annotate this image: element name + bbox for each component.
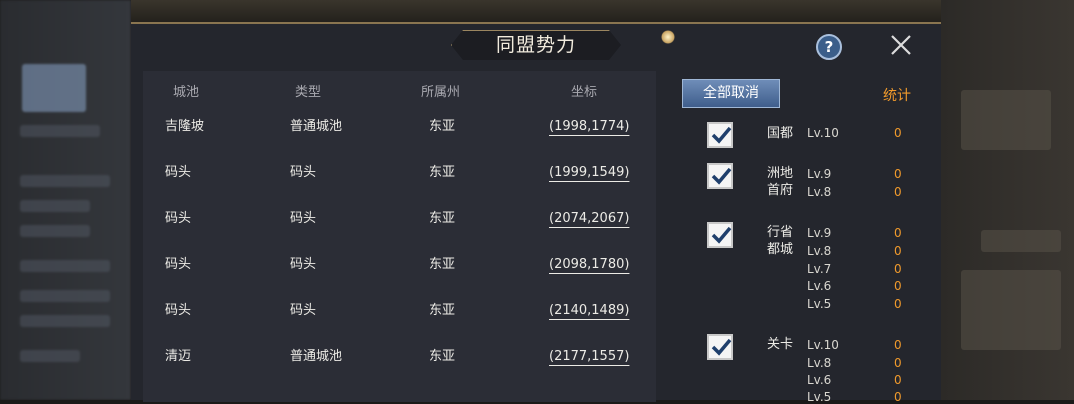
header-coord: 坐标	[571, 85, 598, 100]
header-city: 城池	[173, 85, 200, 100]
level-label: Lv.8	[807, 356, 832, 370]
level-label: Lv.6	[807, 373, 832, 387]
city-name: 码头	[165, 211, 192, 226]
city-name: 吉隆坡	[165, 119, 205, 134]
level-count: 0	[894, 390, 902, 404]
header-type: 类型	[295, 85, 322, 100]
city-type: 码头	[290, 257, 317, 272]
checkbox-capital[interactable]	[707, 122, 733, 148]
checkbox-pass[interactable]	[707, 334, 733, 360]
city-region: 东亚	[429, 257, 456, 272]
level-label: Lv.8	[807, 244, 832, 258]
group-label-province-capital: 行省都城	[767, 225, 794, 257]
level-count: 0	[894, 297, 902, 311]
level-count: 0	[894, 338, 902, 352]
city-region: 东亚	[429, 349, 456, 364]
level-count: 0	[894, 126, 902, 140]
help-button[interactable]: ?	[816, 34, 842, 60]
city-region: 东亚	[429, 303, 456, 318]
level-label: Lv.5	[807, 390, 832, 404]
city-coord-link[interactable]: (2177,1557)	[549, 345, 629, 369]
level-count: 0	[894, 244, 902, 258]
level-label: Lv.5	[807, 297, 832, 311]
level-label: Lv.8	[807, 185, 832, 199]
level-label: Lv.9	[807, 226, 832, 240]
level-label: Lv.10	[807, 126, 839, 140]
city-name: 码头	[165, 257, 192, 272]
city-coord-link[interactable]: (2140,1489)	[549, 299, 629, 323]
city-coord-link[interactable]: (1998,1774)	[549, 115, 629, 139]
background-right-blur	[941, 0, 1074, 400]
city-coord-link[interactable]: (1999,1549)	[549, 161, 629, 185]
level-count: 0	[894, 185, 902, 199]
level-count: 0	[894, 167, 902, 181]
level-count: 0	[894, 226, 902, 240]
table-row[interactable]: 吉隆坡 普通城池 东亚 (1998,1774)	[143, 115, 656, 161]
level-label: Lv.7	[807, 262, 832, 276]
background-top-strip	[131, 0, 941, 22]
level-count: 0	[894, 373, 902, 387]
city-type: 普通城池	[290, 349, 343, 364]
group-label-continent-capital: 洲地首府	[767, 166, 794, 198]
close-button[interactable]	[889, 33, 913, 57]
city-coord-link[interactable]: (2074,2067)	[549, 207, 629, 231]
header-region: 所属州	[421, 85, 461, 100]
table-row[interactable]: 码头 码头 东亚 (2140,1489)	[143, 299, 656, 345]
city-name: 码头	[165, 303, 192, 318]
city-table: 城池 类型 所属州 坐标 吉隆坡 普通城池 东亚 (1998,1774) 码头 …	[143, 71, 656, 402]
group-label-pass: 关卡	[767, 337, 794, 352]
checkmark-icon	[711, 167, 732, 185]
close-icon	[891, 35, 911, 55]
city-name: 清迈	[165, 349, 192, 364]
table-row[interactable]: 码头 码头 东亚 (1999,1549)	[143, 161, 656, 207]
background-left-blur	[0, 0, 131, 400]
table-row[interactable]: 码头 码头 东亚 (2074,2067)	[143, 207, 656, 253]
table-row[interactable]: 清迈 普通城池 东亚 (2177,1557)	[143, 345, 656, 391]
city-coord-link[interactable]: (2098,1780)	[549, 253, 629, 277]
city-region: 东亚	[429, 119, 456, 134]
alliance-territory-dialog: 同盟势力 ? 城池 类型 所属州 坐标 吉隆坡 普通城池 东亚 (1998,17…	[131, 22, 941, 404]
group-label-capital: 国都	[767, 126, 794, 141]
level-label: Lv.9	[807, 167, 832, 181]
city-region: 东亚	[429, 165, 456, 180]
level-label: Lv.10	[807, 338, 839, 352]
city-type: 码头	[290, 303, 317, 318]
ornament-gem-icon	[661, 30, 675, 44]
checkmark-icon	[711, 226, 732, 244]
level-count: 0	[894, 356, 902, 370]
cancel-all-button[interactable]: 全部取消	[682, 79, 780, 108]
city-type: 码头	[290, 165, 317, 180]
level-label: Lv.6	[807, 279, 832, 293]
city-region: 东亚	[429, 211, 456, 226]
city-type: 普通城池	[290, 119, 343, 134]
table-row[interactable]: 码头 码头 东亚 (2098,1780)	[143, 253, 656, 299]
level-count: 0	[894, 279, 902, 293]
stats-header: 统计	[883, 88, 911, 104]
checkbox-continent-capital[interactable]	[707, 163, 733, 189]
city-name: 码头	[165, 165, 192, 180]
checkmark-icon	[711, 126, 732, 144]
checkbox-province-capital[interactable]	[707, 222, 733, 248]
checkmark-icon	[711, 338, 732, 356]
city-type: 码头	[290, 211, 317, 226]
dialog-title: 同盟势力	[495, 34, 576, 56]
level-count: 0	[894, 262, 902, 276]
